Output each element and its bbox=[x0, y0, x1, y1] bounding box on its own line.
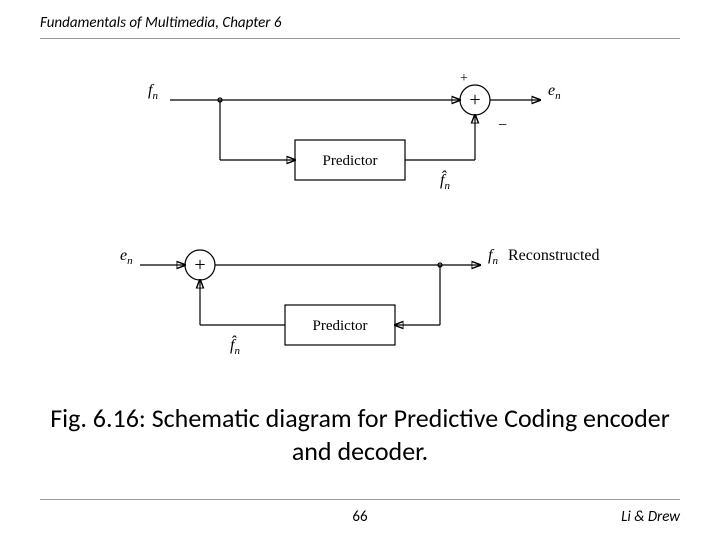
encoder-output-symbol: e bbox=[548, 82, 555, 99]
chapter-header: Fundamentals of Multimedia, Chapter 6 bbox=[40, 14, 680, 32]
svg-text:en: en bbox=[548, 82, 561, 102]
decoder-fhat-sub: n bbox=[234, 345, 240, 357]
decoder-output-sub: n bbox=[492, 255, 498, 267]
svg-text:fn: fn bbox=[148, 82, 158, 102]
decoder-input-sub: n bbox=[127, 255, 133, 267]
predictor-label: Predictor bbox=[323, 153, 378, 169]
summing-plus: + bbox=[469, 89, 480, 111]
encoder-diagram: fn + + − en Predictor f̂n bbox=[120, 70, 580, 220]
minus-sign: − bbox=[498, 117, 507, 134]
footer-rule bbox=[40, 499, 680, 500]
svg-text:fn: fn bbox=[488, 247, 498, 267]
authors: Li & Drew bbox=[621, 508, 680, 526]
decoder-input-symbol: e bbox=[120, 247, 127, 264]
encoder-input-sub: n bbox=[152, 90, 158, 102]
figure-caption: Fig. 6.16: Schematic diagram for Predict… bbox=[40, 402, 680, 467]
svg-text:f̂n: f̂n bbox=[440, 170, 450, 192]
encoder-output-sub: n bbox=[555, 90, 561, 102]
encoder-fhat-sub: n bbox=[444, 180, 450, 192]
top-plus: + bbox=[460, 71, 468, 86]
reconstructed-label: Reconstructed bbox=[508, 247, 600, 264]
dec-summing-plus: + bbox=[194, 254, 205, 276]
svg-text:f̂n: f̂n bbox=[230, 335, 240, 357]
decoder-diagram: en + fn Reconstructed Predictor f̂n bbox=[120, 235, 580, 385]
header-rule bbox=[40, 38, 680, 39]
svg-text:en: en bbox=[120, 247, 133, 267]
dec-predictor-label: Predictor bbox=[313, 318, 368, 334]
page-number: 66 bbox=[0, 508, 720, 526]
